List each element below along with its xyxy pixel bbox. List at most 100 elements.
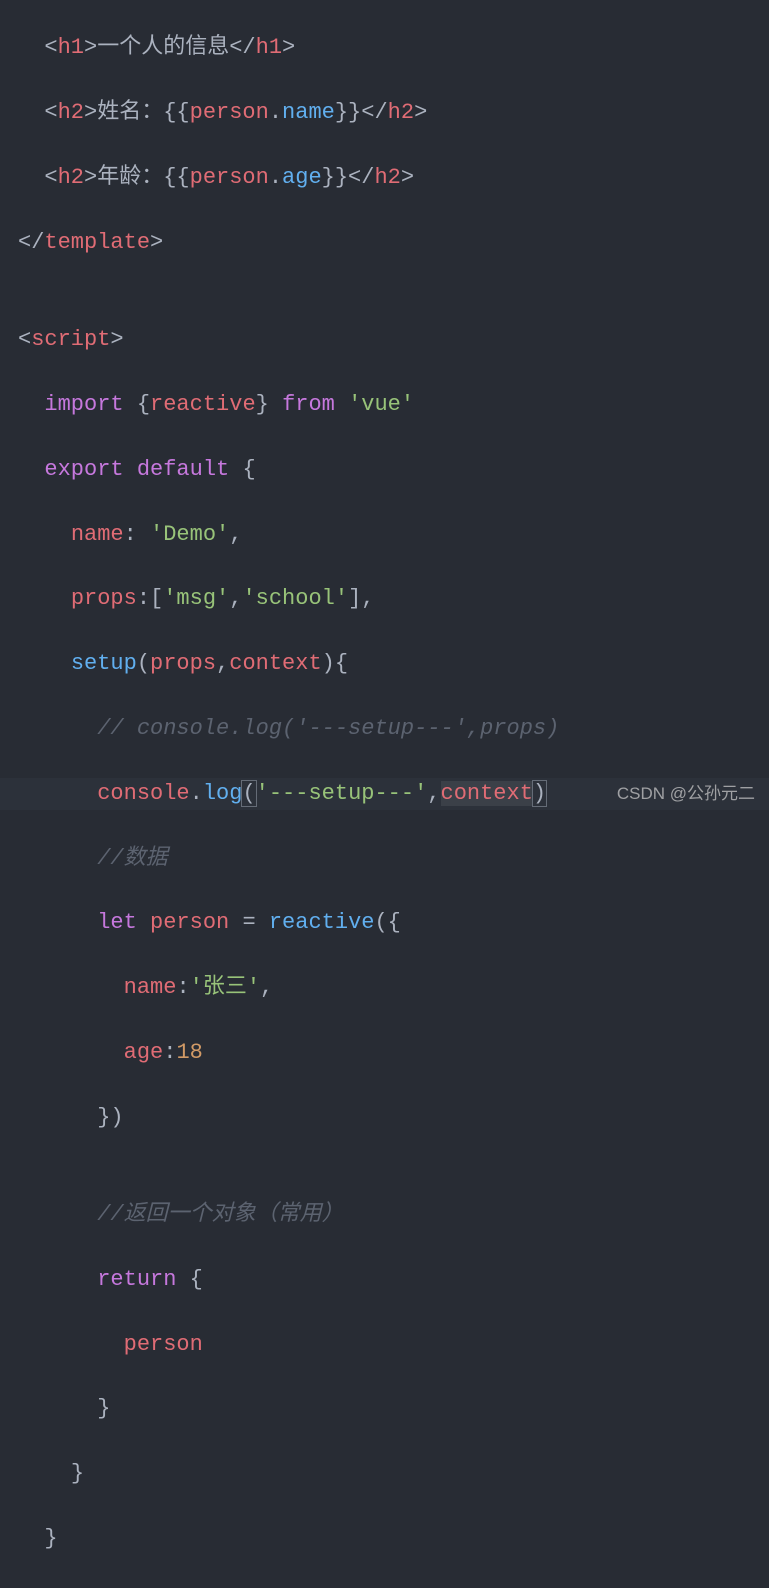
code-line: name:'张三', [18, 972, 769, 1004]
code-line: <h2>年龄：{{person.age}}</h2> [18, 162, 769, 194]
t: < [18, 327, 31, 352]
code-line: export default { [18, 454, 769, 486]
t [18, 910, 97, 935]
str: 'Demo' [150, 522, 229, 547]
prop: name [282, 100, 335, 125]
ident: age [124, 1040, 164, 1065]
code-line: //返回一个对象（常用） [18, 1199, 769, 1231]
str: '张三' [190, 975, 260, 1000]
t: . [269, 100, 282, 125]
t: ], [348, 586, 374, 611]
t: , [260, 975, 273, 1000]
t: >姓名：{{ [84, 100, 190, 125]
str: 'msg' [163, 586, 229, 611]
watermark: CSDN @公孙元二 [617, 778, 755, 810]
t: > [282, 35, 295, 60]
fn: log [203, 781, 243, 806]
code-line: setup(props,context){ [18, 648, 769, 680]
t: ({ [374, 910, 400, 935]
tag: template [44, 230, 150, 255]
ident: props [71, 586, 137, 611]
t [18, 1105, 97, 1130]
code-line: person [18, 1329, 769, 1361]
t: < [18, 165, 58, 190]
t: , [427, 781, 440, 806]
t: </ [18, 230, 44, 255]
kw: from [282, 392, 335, 417]
num: 18 [176, 1040, 202, 1065]
tag: h1 [58, 35, 84, 60]
ident: person [124, 1332, 203, 1357]
t: > [150, 230, 163, 255]
var: person [190, 100, 269, 125]
param: props [150, 651, 216, 676]
t [18, 522, 71, 547]
t: } [256, 392, 269, 417]
bracket: ( [241, 780, 256, 807]
ident: context [441, 781, 533, 806]
ident: console [97, 781, 189, 806]
code-line: <h2>姓名：{{person.name}}</h2> [18, 97, 769, 129]
t: > [110, 327, 123, 352]
prop: age [282, 165, 322, 190]
fn: setup [71, 651, 137, 676]
t [18, 1267, 97, 1292]
code-line: </template> [18, 227, 769, 259]
code-line: }) [18, 1102, 769, 1134]
t: } [44, 1526, 57, 1551]
t: ( [137, 651, 150, 676]
t: , [216, 651, 229, 676]
t: . [190, 781, 203, 806]
t [18, 1332, 124, 1357]
code-line: let person = reactive({ [18, 907, 769, 939]
tag: h2 [374, 165, 400, 190]
ident: reactive [150, 392, 256, 417]
t: } [97, 1396, 110, 1421]
t [18, 1040, 124, 1065]
t: < [18, 35, 58, 60]
t [18, 781, 97, 806]
t [18, 1396, 97, 1421]
t: , [229, 522, 242, 547]
t: >年龄：{{ [84, 165, 190, 190]
fn: reactive [269, 910, 375, 935]
t: > [401, 165, 414, 190]
t [18, 1526, 44, 1551]
code-line: age:18 [18, 1037, 769, 1069]
code-line: // console.log('---setup---',props) [18, 713, 769, 745]
ident: name [71, 522, 124, 547]
ident: person [150, 910, 229, 935]
t [18, 846, 97, 871]
t: }}</ [322, 165, 375, 190]
str: '---setup---' [256, 781, 428, 806]
var: person [190, 165, 269, 190]
t: . [269, 165, 282, 190]
str: 'vue' [348, 392, 414, 417]
comment: // console.log('---setup---',props) [97, 716, 559, 741]
t [18, 1461, 71, 1486]
t [18, 651, 71, 676]
comment: //返回一个对象（常用） [97, 1202, 343, 1227]
ident: name [124, 975, 177, 1000]
tag: script [31, 327, 110, 352]
t: }) [97, 1105, 123, 1130]
t: , [229, 586, 242, 611]
t [18, 586, 71, 611]
t: < [18, 100, 58, 125]
kw: export [44, 457, 123, 482]
param: context [229, 651, 321, 676]
kw: return [97, 1267, 176, 1292]
code-line: <script> [18, 324, 769, 356]
t: { [176, 1267, 202, 1292]
t: : [163, 1040, 176, 1065]
t [18, 457, 44, 482]
t: >一个人的信息</ [84, 35, 256, 60]
kw: let [97, 910, 137, 935]
t: : [124, 522, 150, 547]
t [18, 716, 97, 741]
t: > [414, 100, 427, 125]
code-line: } [18, 1523, 769, 1555]
code-line: import {reactive} from 'vue' [18, 389, 769, 421]
tag: h2 [58, 165, 84, 190]
code-line: name: 'Demo', [18, 519, 769, 551]
